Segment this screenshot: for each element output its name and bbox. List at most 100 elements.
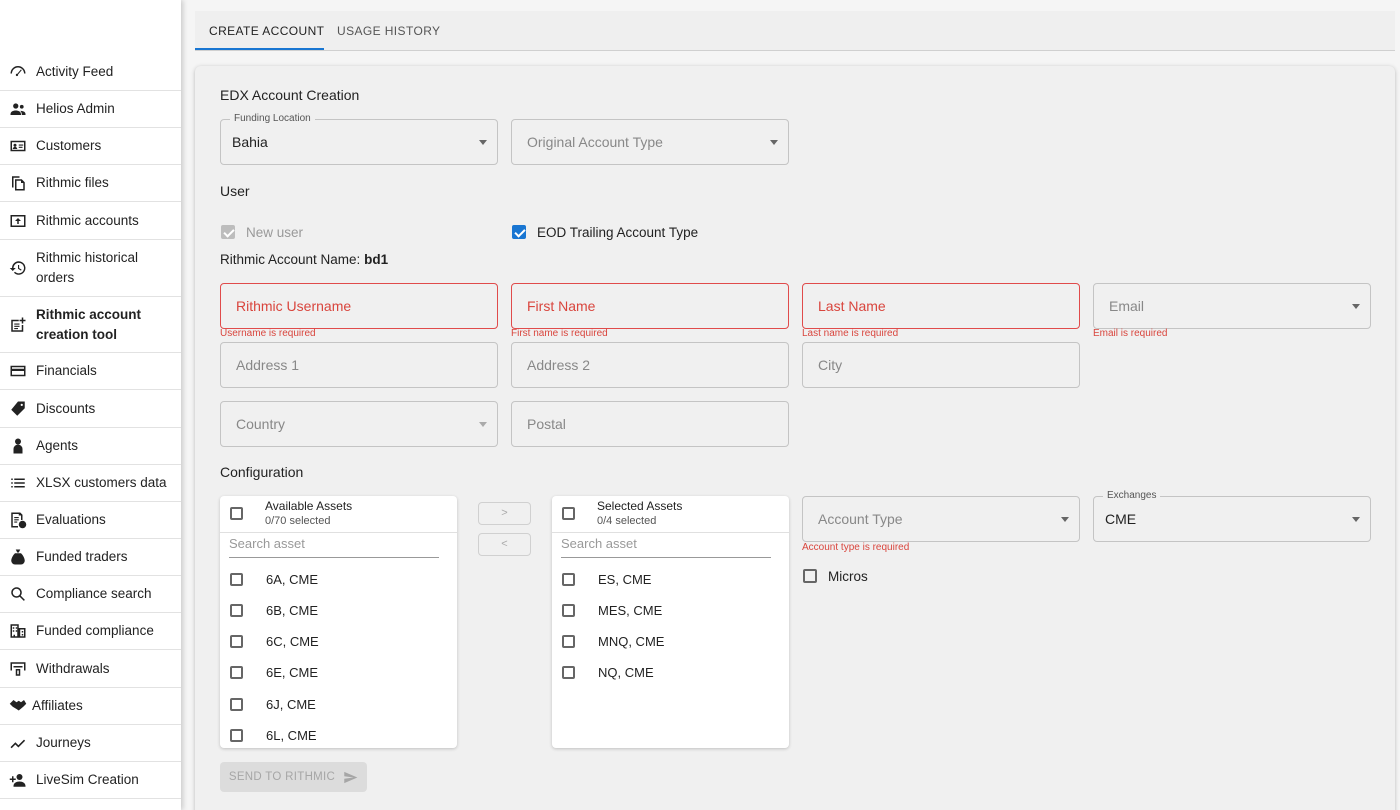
exchanges-select[interactable]: Exchanges CME — [1093, 490, 1371, 542]
list-item[interactable]: 6C, CME — [220, 627, 457, 658]
move-right-button[interactable]: > — [478, 502, 531, 525]
micros-checkbox[interactable] — [803, 569, 817, 583]
sidebar-item-rithmic-historical-orders[interactable]: Rithmic historical orders — [0, 240, 181, 297]
trend-line-icon — [8, 733, 28, 753]
selected-assets-search[interactable]: Search asset — [561, 536, 771, 558]
selected-assets-title: Selected Assets — [597, 499, 683, 513]
asset-checkbox[interactable] — [230, 729, 243, 742]
sidebar-item-label: XLSX customers data — [36, 475, 167, 490]
micros-label: Micros — [828, 569, 868, 584]
list-item[interactable]: ES, CME — [552, 565, 789, 596]
asset-label: 6E, CME — [266, 665, 319, 680]
address2-placeholder: Address 2 — [527, 357, 591, 373]
rithmic-username-field[interactable]: Rithmic Username — [220, 283, 498, 329]
exchanges-label: Exchanges — [1103, 490, 1161, 501]
available-assets-search[interactable]: Search asset — [229, 536, 439, 558]
building-icon — [8, 621, 28, 641]
list-item[interactable]: 6E, CME — [220, 658, 457, 689]
sidebar-item-discounts[interactable]: Discounts — [0, 390, 181, 428]
note-add-icon — [8, 315, 28, 335]
tab-create-account[interactable]: CREATE ACCOUNT — [209, 11, 324, 51]
asset-label: 6B, CME — [266, 603, 319, 618]
first-name-field[interactable]: First Name — [511, 283, 789, 329]
speedometer-icon — [8, 62, 28, 82]
address1-field[interactable]: Address 1 — [220, 342, 498, 388]
upload-box-icon — [8, 211, 28, 231]
sidebar-item-agents[interactable]: Agents — [0, 428, 181, 465]
asset-label: ES, CME — [598, 572, 652, 587]
asset-checkbox[interactable] — [230, 573, 243, 586]
sidebar-item-rithmic-accounts[interactable]: Rithmic accounts — [0, 202, 181, 240]
sidebar-item-funded-compliance[interactable]: Funded compliance — [0, 613, 181, 650]
sidebar-item-compliance-search[interactable]: Compliance search — [0, 576, 181, 613]
sidebar-item-label: Evaluations — [36, 512, 106, 527]
account-name-label: Rithmic Account Name: — [220, 252, 361, 267]
sidebar-item-label: Agents — [36, 438, 79, 453]
account-type-select[interactable]: Account Type — [802, 496, 1080, 542]
asset-checkbox[interactable] — [230, 635, 243, 648]
eod-trailing-checkbox[interactable] — [512, 225, 526, 239]
list-item[interactable]: MNQ, CME — [552, 627, 789, 658]
rithmic-username-placeholder: Rithmic Username — [236, 298, 352, 314]
asset-checkbox[interactable] — [230, 666, 243, 679]
asset-checkbox[interactable] — [230, 698, 243, 711]
list-item[interactable]: MES, CME — [552, 596, 789, 627]
rithmic-account-name: Rithmic Account Name: bd1 — [220, 252, 388, 267]
sidebar-item-withdrawals[interactable]: Withdrawals — [0, 650, 181, 688]
sidebar-item-livesim-creation[interactable]: LiveSim Creation — [0, 762, 181, 799]
original-account-type-select[interactable]: Original Account Type — [511, 119, 789, 165]
city-field[interactable]: City — [802, 342, 1080, 388]
move-left-button[interactable]: < — [478, 533, 531, 556]
email-select[interactable]: Email — [1093, 283, 1371, 329]
country-select[interactable]: Country — [220, 401, 498, 447]
sidebar-item-activity-feed[interactable]: Activity Feed — [0, 53, 181, 91]
account-type-error: Account type is required — [802, 542, 910, 553]
sidebar-item-rithmic-files[interactable]: Rithmic files — [0, 165, 181, 202]
file-copy-icon — [8, 173, 28, 193]
send-to-rithmic-button[interactable]: SEND TO RITHMIC — [220, 762, 367, 792]
sidebar-item-customers[interactable]: Customers — [0, 128, 181, 165]
last-name-placeholder: Last Name — [818, 298, 886, 314]
list-item[interactable]: 6B, CME — [220, 596, 457, 627]
dropdown-arrow-icon — [1061, 517, 1069, 522]
available-assets-count: 0/70 selected — [265, 515, 331, 527]
sidebar-item-evaluations[interactable]: Evaluations — [0, 502, 181, 539]
selected-assets-count: 0/4 selected — [597, 515, 657, 527]
list-item[interactable]: 6A, CME — [220, 565, 457, 596]
address2-field[interactable]: Address 2 — [511, 342, 789, 388]
sidebar-item-funded-traders[interactable]: Funded traders — [0, 539, 181, 576]
select-all-available-checkbox[interactable] — [230, 507, 243, 520]
funding-location-select[interactable]: Funding Location Bahia — [220, 113, 498, 165]
tab-usage-history[interactable]: USAGE HISTORY — [337, 11, 440, 51]
new-user-checkbox[interactable] — [221, 225, 235, 239]
sidebar-item-xlsx-customers-data[interactable]: XLSX customers data — [0, 465, 181, 502]
sidebar-item-rithmic-account-creation-tool[interactable]: Rithmic account creation tool — [0, 297, 181, 353]
asset-checkbox[interactable] — [562, 573, 575, 586]
eod-trailing-label: EOD Trailing Account Type — [537, 225, 699, 240]
list-item[interactable]: NQ, CME — [552, 658, 789, 689]
asset-label: NQ, CME — [598, 665, 654, 680]
asset-label: MES, CME — [598, 603, 663, 618]
sidebar-item-journeys[interactable]: Journeys — [0, 725, 181, 762]
asset-label: 6C, CME — [266, 634, 319, 649]
list-item[interactable]: 6J, CME — [220, 690, 457, 721]
first-name-placeholder: First Name — [527, 298, 596, 314]
asset-checkbox[interactable] — [562, 604, 575, 617]
asset-checkbox[interactable] — [230, 604, 243, 617]
postal-field[interactable]: Postal — [511, 401, 789, 447]
sidebar-item-financials[interactable]: Financials — [0, 353, 181, 390]
sidebar-item-helios-admin[interactable]: Helios Admin — [0, 91, 181, 128]
last-name-error: Last name is required — [802, 328, 899, 339]
asset-checkbox[interactable] — [562, 635, 575, 648]
asset-checkbox[interactable] — [562, 666, 575, 679]
active-tab-indicator — [195, 48, 324, 50]
city-placeholder: City — [818, 357, 843, 373]
funding-location-label: Funding Location — [230, 113, 315, 124]
last-name-field[interactable]: Last Name — [802, 283, 1080, 329]
sidebar-item-label: Financials — [36, 363, 97, 378]
available-assets-title: Available Assets — [265, 499, 353, 513]
select-all-selected-checkbox[interactable] — [562, 507, 575, 520]
sidebar: Activity Feed Helios Admin Customers Rit… — [0, 0, 181, 810]
sidebar-item-affiliates[interactable]: Affiliates — [0, 688, 181, 725]
list-item[interactable]: 6L, CME — [220, 721, 457, 748]
